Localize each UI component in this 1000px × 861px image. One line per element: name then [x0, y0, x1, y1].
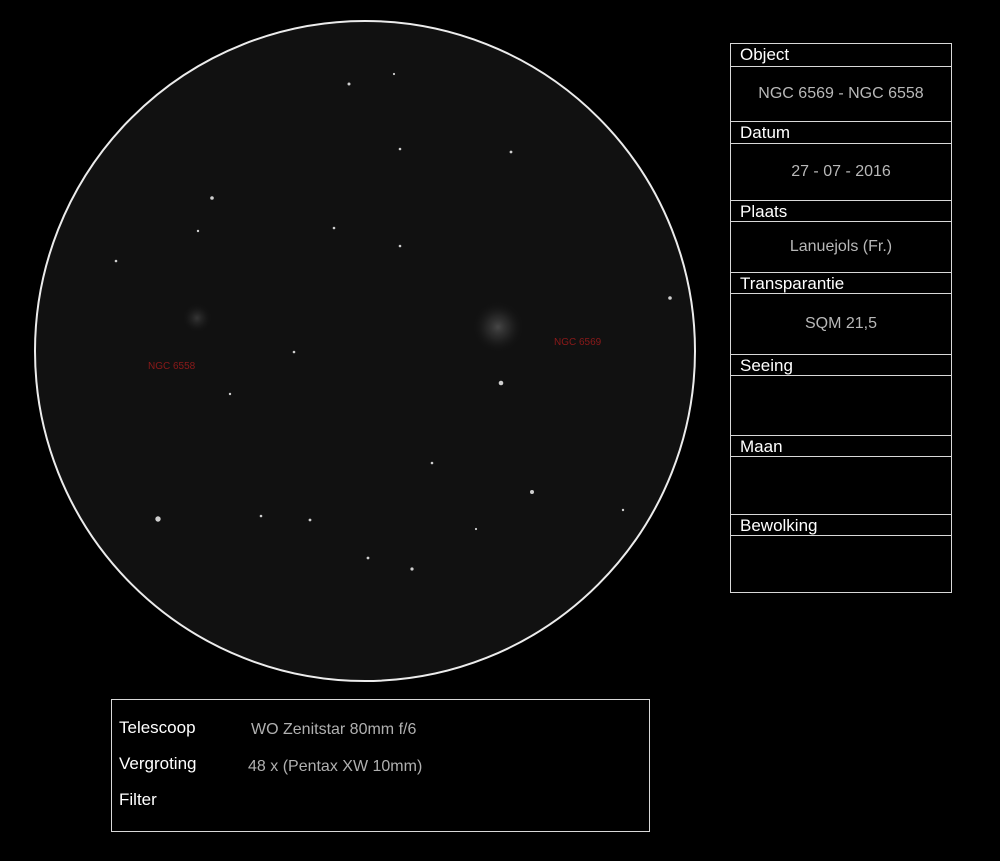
- star: [410, 567, 414, 571]
- telescoop-value: WO Zenitstar 80mm f/6: [251, 721, 417, 738]
- star: [155, 516, 161, 522]
- star: [398, 244, 402, 248]
- datum-label: Datum: [731, 121, 951, 144]
- star: [430, 461, 434, 465]
- transparantie-label: Transparantie: [731, 272, 951, 294]
- filter-label: Filter: [119, 790, 157, 809]
- star: [210, 196, 214, 200]
- star: [621, 508, 625, 512]
- bewolking-label: Bewolking: [731, 514, 951, 536]
- object-value: NGC 6569 - NGC 6558: [758, 85, 924, 102]
- seeing-value: [731, 376, 951, 435]
- star: [347, 82, 351, 86]
- seeing-label: Seeing: [731, 354, 951, 376]
- transparantie-value: SQM 21,5: [804, 315, 878, 332]
- equipment-panel: Telescoop WO Zenitstar 80mm f/6 Vergroti…: [111, 699, 650, 832]
- star: [308, 518, 312, 522]
- star: [366, 556, 370, 560]
- star: [668, 296, 672, 300]
- eyepiece-field-circle: [34, 20, 696, 682]
- maan-value: [731, 457, 951, 514]
- star: [228, 392, 232, 396]
- ngc-6569-label: NGC 6569: [554, 337, 602, 348]
- datum-value: 27 - 07 - 2016: [791, 163, 891, 180]
- observation-panel: Object NGC 6569 - NGC 6558 Datum 27 - 07…: [730, 43, 952, 593]
- star: [498, 380, 504, 386]
- ngc-6569-glow: [472, 301, 524, 353]
- star: [398, 147, 402, 151]
- star: [332, 226, 336, 230]
- star: [509, 150, 513, 154]
- plaats-label: Plaats: [731, 200, 951, 222]
- ngc-6558-label: NGC 6558: [148, 361, 196, 372]
- plaats-value: Lanuejols (Fr.): [789, 238, 893, 255]
- maan-label: Maan: [731, 435, 951, 457]
- telescoop-label: Telescoop: [119, 718, 196, 737]
- star: [292, 350, 296, 354]
- star: [196, 229, 200, 233]
- star: [392, 72, 396, 76]
- ngc-6558-glow: [182, 303, 212, 333]
- object-label: Object: [731, 44, 951, 67]
- star: [530, 490, 534, 494]
- vergroting-value: 48 x (Pentax XW 10mm): [248, 758, 423, 775]
- star: [114, 259, 118, 263]
- bewolking-value: [731, 536, 951, 592]
- star: [259, 514, 263, 518]
- star: [474, 527, 478, 531]
- vergroting-label: Vergroting: [119, 754, 197, 773]
